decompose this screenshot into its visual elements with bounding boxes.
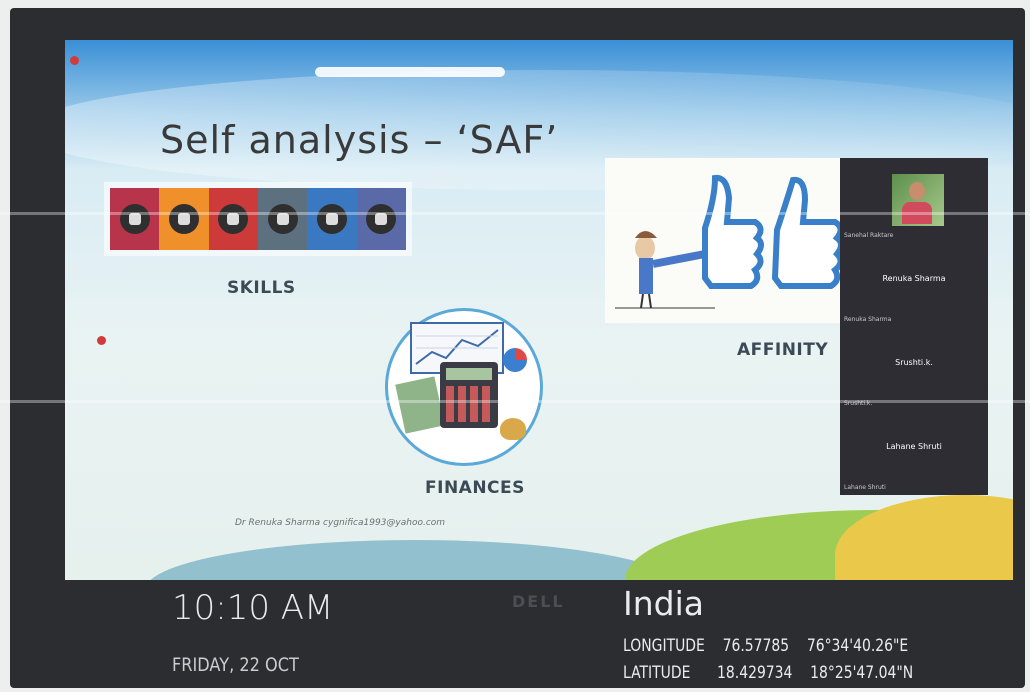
participants-panel[interactable]: Sanehal Raktare Renuka Sharma Renuka Sha… xyxy=(840,158,988,495)
shared-screen: Self analysis – ‘SAF’ SKILLS FINANCES AF… xyxy=(65,40,1013,580)
pointer-dot-icon xyxy=(97,336,106,345)
finances-label: FINANCES xyxy=(425,478,525,498)
coin-icon xyxy=(500,418,526,440)
participant-tile[interactable]: Srushti.k. Srushti.k. xyxy=(840,326,988,410)
thumbs-up-illustration xyxy=(605,158,850,323)
screen-glare xyxy=(315,67,505,77)
skill-tile xyxy=(110,188,160,250)
latitude-decimal: 18.429734 xyxy=(717,663,793,683)
participant-name: Lahane Shruti xyxy=(886,442,942,451)
longitude-row: LONGITUDE 76.57785 76°34'40.26"E xyxy=(623,636,908,656)
skill-tile xyxy=(257,188,308,250)
clock-time: 10:10 AM xyxy=(172,588,334,628)
skills-image xyxy=(110,188,406,250)
scan-line xyxy=(0,212,1030,215)
skills-label: SKILLS xyxy=(227,278,296,298)
monitor-logo: DELL xyxy=(512,592,565,611)
latitude-label: LATITUDE xyxy=(623,663,691,683)
participant-name-footer: Renuka Sharma xyxy=(844,316,892,323)
location-country: India xyxy=(623,584,704,623)
participant-tile[interactable]: Lahane Shruti Lahane Shruti xyxy=(840,410,988,494)
participant-name: Renuka Sharma xyxy=(882,274,946,283)
longitude-dms: 76°34'40.26"E xyxy=(806,636,909,656)
record-dot-icon xyxy=(70,56,79,65)
skill-tile xyxy=(208,188,258,250)
skill-tile xyxy=(159,188,209,250)
participant-avatar xyxy=(892,174,944,226)
latitude-row: LATITUDE 18.429734 18°25'47.04"N xyxy=(623,663,913,683)
background-hill xyxy=(145,540,685,580)
affinity-label: AFFINITY xyxy=(737,340,829,360)
participant-name-footer: Lahane Shruti xyxy=(844,484,886,491)
participant-name-footer: Sanehal Raktare xyxy=(844,232,894,239)
skill-tile xyxy=(356,188,406,250)
scan-line xyxy=(0,400,1030,403)
background-hill xyxy=(835,495,1013,580)
monitor-frame: Self analysis – ‘SAF’ SKILLS FINANCES AF… xyxy=(10,8,1025,688)
slide-credit: Dr Renuka Sharma cygnifica1993@yahoo.com xyxy=(235,518,446,528)
latitude-dms: 18°25'47.04"N xyxy=(810,663,914,683)
participant-tile[interactable]: Sanehal Raktare xyxy=(840,158,988,242)
skill-tile xyxy=(307,188,357,250)
pie-chart-icon xyxy=(503,348,527,372)
participant-tile[interactable]: Renuka Sharma Renuka Sharma xyxy=(840,242,988,326)
participant-name: Srushti.k. xyxy=(895,358,933,367)
calculator-icon xyxy=(440,362,498,428)
clock-date: FRIDAY, 22 OCT xyxy=(172,654,299,676)
slide-title: Self analysis – ‘SAF’ xyxy=(160,118,559,162)
longitude-decimal: 76.57785 xyxy=(722,636,790,656)
longitude-label: LONGITUDE xyxy=(623,636,705,656)
